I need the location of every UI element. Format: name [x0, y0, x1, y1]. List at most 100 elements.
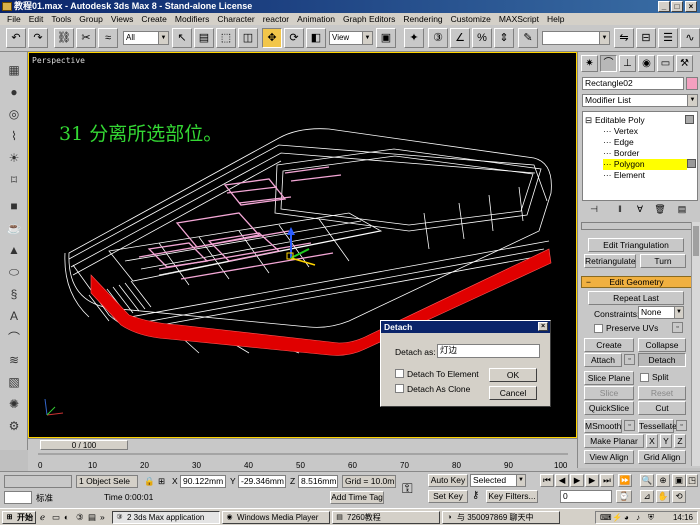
particle-icon[interactable]: ✺ [4, 394, 24, 414]
named-selection-dropdown[interactable]: ▼ [542, 31, 610, 45]
add-time-tag-button[interactable]: Add Time Tag [330, 491, 384, 504]
panel-scrollbar[interactable] [691, 222, 700, 466]
hose-icon[interactable]: ⌇ [4, 126, 24, 146]
window-crossing-icon[interactable]: ◫ [238, 28, 258, 48]
grid-align-button[interactable]: Grid Align [638, 450, 686, 464]
prev-frame-icon[interactable]: ◀ [555, 474, 569, 487]
menu-graph-editors[interactable]: Graph Editors [339, 13, 399, 25]
create-tab-icon[interactable]: ✷ [581, 55, 598, 72]
make-planar-button[interactable]: Make Planar [584, 434, 644, 448]
pan-icon[interactable]: ✋ [656, 490, 670, 503]
ime-status[interactable]: 标准 [36, 492, 53, 504]
display-tab-icon[interactable]: ▭ [657, 55, 674, 72]
menu-tools[interactable]: Tools [47, 13, 75, 25]
menu-maxscript[interactable]: MAXScript [495, 13, 543, 25]
track-bar[interactable]: 0 10 20 30 40 50 60 70 80 90 100 [28, 451, 577, 471]
clock[interactable]: 14:16 [673, 512, 693, 523]
goto-start-icon[interactable]: ⏮ [540, 474, 554, 487]
rotate-icon[interactable]: ⟳ [284, 28, 304, 48]
move-icon[interactable]: ✥ [262, 28, 282, 48]
msmooth-settings-icon[interactable]: ▫ [624, 420, 635, 431]
next-frame-icon[interactable]: ▶ [585, 474, 599, 487]
slice-button[interactable]: Slice [584, 386, 634, 400]
motion-tab-icon[interactable]: ◉ [638, 55, 655, 72]
capsule-icon[interactable]: ⬭ [4, 262, 24, 282]
object-color-swatch[interactable] [686, 77, 698, 90]
teapot-icon[interactable]: ☕ [4, 218, 24, 238]
quick-launch-media-icon[interactable]: ◐ [64, 512, 69, 522]
planar-x-button[interactable]: X [646, 434, 658, 448]
menu-file[interactable]: File [3, 13, 25, 25]
key-mode-toggle-icon[interactable]: ⏩ [618, 474, 632, 487]
menu-help[interactable]: Help [543, 13, 568, 25]
bind-space-warp-icon[interactable]: ≈ [98, 28, 118, 48]
stack-collapse-icon[interactable]: ⊟ [585, 115, 592, 126]
stack-item-polygon[interactable]: ··· Polygon [603, 159, 687, 170]
wave-icon[interactable]: ≋ [4, 350, 24, 370]
sphere-icon[interactable]: ● [4, 82, 24, 102]
menu-views[interactable]: Views [107, 13, 138, 25]
detach-as-input[interactable]: 灯边 [437, 344, 540, 358]
stack-item-element[interactable]: ··· Element [603, 170, 645, 181]
menu-create[interactable]: Create [137, 13, 171, 25]
orbit-icon[interactable]: ⟲ [672, 490, 686, 503]
zoom-extents-icon[interactable]: ▣ [672, 474, 686, 487]
scale-icon[interactable]: ◧ [306, 28, 326, 48]
grid-icon[interactable]: ▦ [4, 60, 24, 80]
select-by-name-icon[interactable]: ▤ [194, 28, 214, 48]
time-slider-thumb[interactable]: 0 / 100 [40, 440, 128, 450]
create-button[interactable]: Create [584, 338, 634, 352]
quick-launch-ie-icon[interactable]: ℯ [40, 512, 45, 523]
preserve-uvs-checkbox[interactable] [594, 324, 603, 333]
set-key-button[interactable]: Set Key [428, 490, 468, 503]
tray-ime-icon[interactable]: ⌨ [600, 512, 612, 523]
show-end-result-icon[interactable]: ‖ [612, 202, 628, 216]
cone-icon[interactable]: ▲ [4, 240, 24, 260]
stack-item-vertex[interactable]: ··· Vertex [603, 126, 638, 137]
quick-launch-folder-icon[interactable]: ▤ [88, 512, 96, 523]
spinner-snap-icon[interactable]: ⇕ [494, 28, 514, 48]
attach-list-icon[interactable]: ▫ [624, 354, 635, 365]
align-icon[interactable]: ⊟ [636, 28, 656, 48]
attach-button[interactable]: Attach [584, 353, 622, 367]
quick-launch-desktop-icon[interactable]: ▭ [52, 512, 60, 523]
key-filters-button[interactable]: Key Filters... [486, 490, 538, 503]
modify-tab-icon[interactable]: ⌒ [600, 55, 617, 72]
ref-coord-dropdown[interactable]: View ▼ [329, 31, 373, 45]
coord-x-field[interactable]: 90.122mm [180, 475, 226, 488]
select-link-icon[interactable]: ⛓ [54, 28, 74, 48]
select-manipulate-icon[interactable]: ✦ [404, 28, 424, 48]
object-name-field[interactable]: Rectangle02 [582, 77, 684, 90]
msmooth-button[interactable]: MSmooth [584, 419, 622, 433]
constraints-dropdown[interactable]: None ▼ [638, 306, 684, 319]
cancel-button[interactable]: Cancel [489, 386, 537, 400]
unlink-icon[interactable]: ✂ [76, 28, 96, 48]
menu-modifiers[interactable]: Modifiers [171, 13, 213, 25]
light-icon[interactable]: ☀ [4, 148, 24, 168]
current-frame-field[interactable]: 0 [560, 490, 612, 503]
menu-group[interactable]: Group [75, 13, 107, 25]
time-config-icon[interactable]: ⌚ [616, 490, 632, 503]
view-align-button[interactable]: View Align [584, 450, 634, 464]
reset-plane-button[interactable]: Reset Plane [638, 386, 686, 410]
min-max-toggle-icon[interactable]: ◳ [686, 474, 698, 487]
tessellate-settings-icon[interactable]: ▫ [676, 420, 687, 431]
redo-icon[interactable]: ↷ [28, 28, 48, 48]
maxscript-listener[interactable] [4, 475, 72, 488]
goto-end-icon[interactable]: ⏭ [600, 474, 614, 487]
app-icon[interactable] [2, 2, 12, 11]
maximize-button[interactable]: □ [671, 1, 683, 12]
tray-network-icon[interactable]: ⚡ [612, 512, 622, 523]
cut-button[interactable]: Cut [638, 401, 686, 415]
task-folder[interactable]: ▤ 7260教程 [332, 511, 440, 524]
planar-y-button[interactable]: Y [660, 434, 672, 448]
auto-key-button[interactable]: Auto Key [428, 474, 468, 487]
detach-to-element-checkbox[interactable] [395, 369, 404, 378]
turn-button[interactable]: Turn [640, 254, 686, 268]
reactor-icon[interactable]: ⚙ [4, 416, 24, 436]
fov-icon[interactable]: ⊿ [640, 490, 654, 503]
cylinder-icon[interactable]: ◎ [4, 104, 24, 124]
menu-rendering[interactable]: Rendering [399, 13, 446, 25]
helix-icon[interactable]: § [4, 284, 24, 304]
angle-snap-icon[interactable]: ∠ [450, 28, 470, 48]
